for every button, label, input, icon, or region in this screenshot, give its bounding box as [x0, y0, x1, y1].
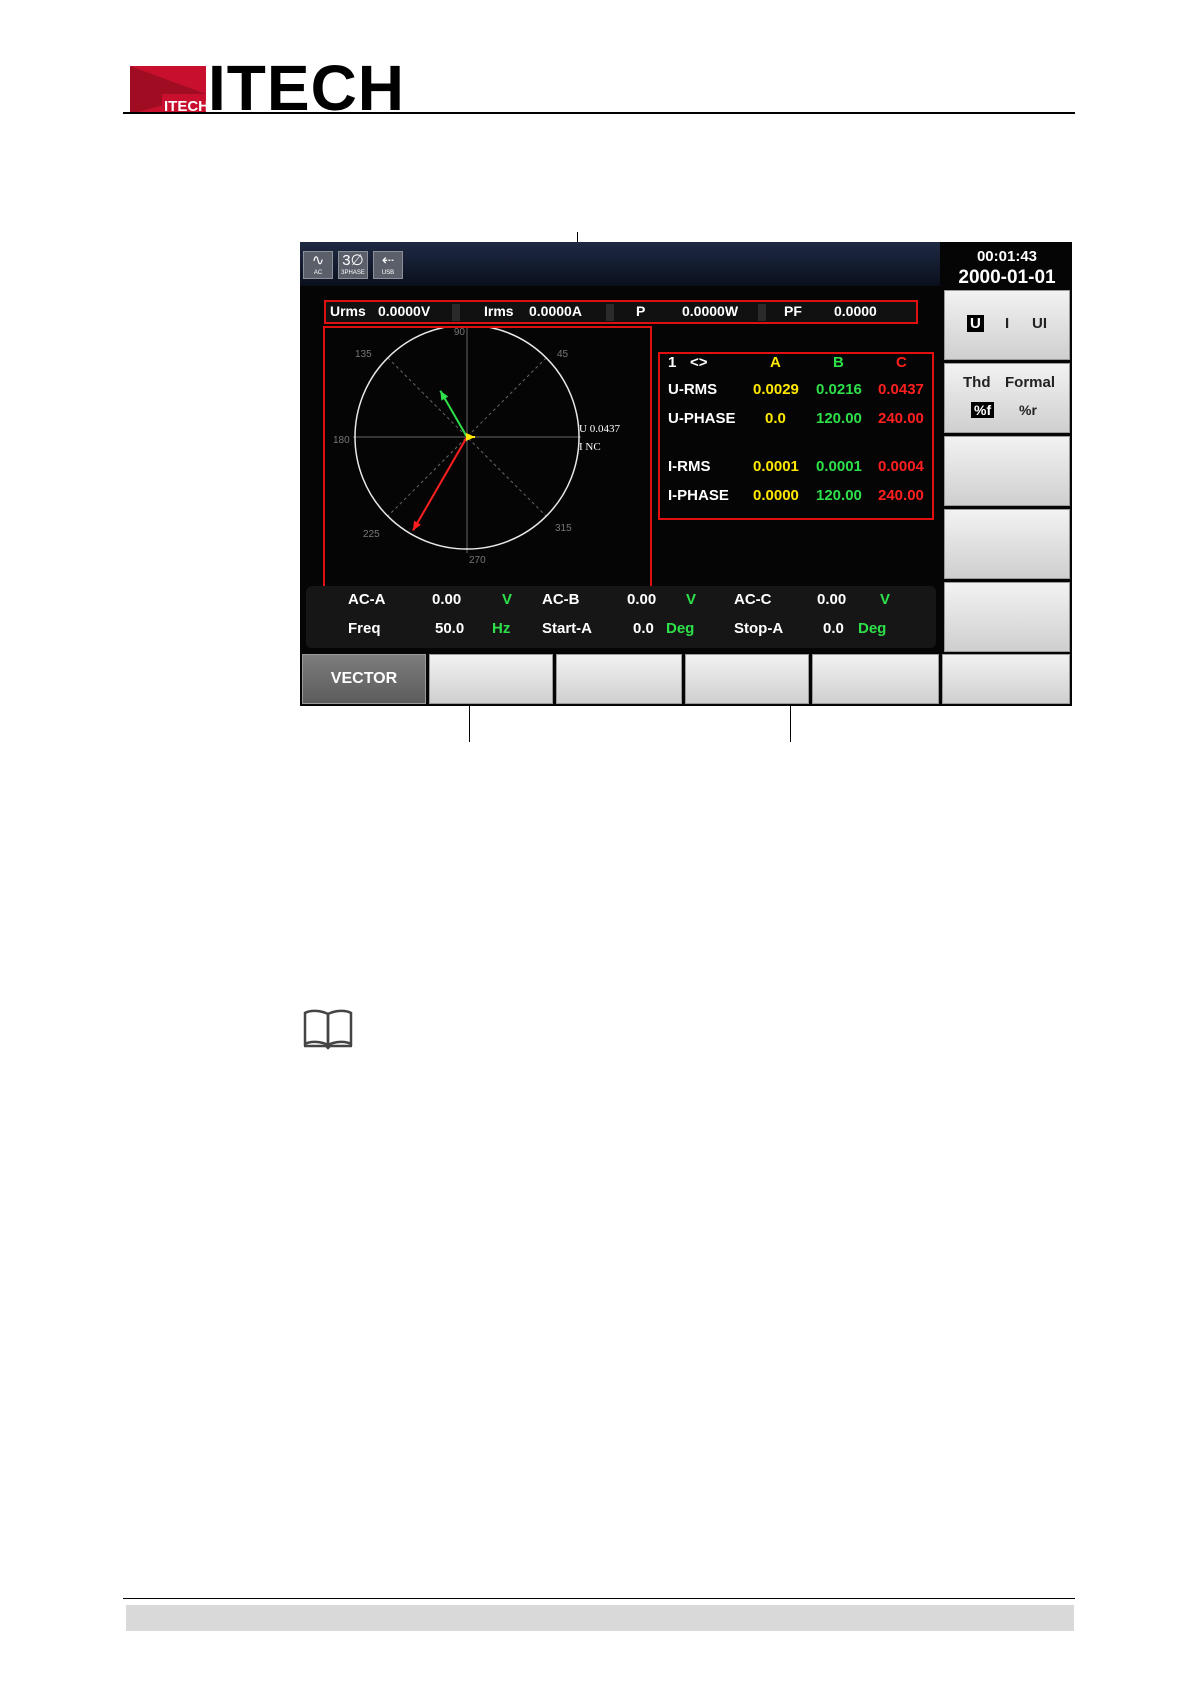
cell-value: 0.0004 [878, 458, 924, 475]
pf-value: 0.0000 [834, 303, 877, 319]
irms-label: Irms [484, 303, 514, 319]
cell-value: 0.0437 [878, 381, 924, 398]
meas-separator [606, 304, 614, 321]
cell-value: 0.0000 [753, 487, 799, 504]
ac-b-unit: V [686, 591, 697, 608]
channel-nav[interactable]: <> [690, 354, 708, 371]
i-magnitude-label: I NC [579, 441, 601, 453]
softkey-4[interactable] [685, 654, 809, 704]
mode-ui-option[interactable]: UI [1032, 315, 1047, 332]
channel-number: 1 [668, 354, 677, 371]
row-label: I-RMS [668, 458, 711, 475]
column-b-header: B [833, 354, 844, 371]
start-a-value: 0.0 [633, 620, 654, 637]
ac-icon: ∿ AC [303, 251, 333, 279]
ac-c-label: AC-C [734, 591, 772, 608]
meas-separator [452, 304, 460, 321]
ac-a-value: 0.00 [432, 591, 462, 608]
softkey-5[interactable] [812, 654, 939, 704]
start-a-label: Start-A [542, 620, 593, 637]
mode-i-option[interactable]: I [1005, 315, 1009, 332]
thd-label: Thd [963, 374, 991, 391]
footer-divider [123, 1598, 1075, 1599]
clock-time: 00:01:43 [976, 248, 1038, 265]
mode-u-option[interactable]: U [967, 315, 984, 332]
softkey-2[interactable] [429, 654, 553, 704]
pct-f-option[interactable]: %f [971, 402, 995, 418]
ac-b-label: AC-B [542, 591, 580, 608]
vector-diagram: 90 45 135 180 225 270 315 U 0.0437 I NC [323, 326, 652, 592]
column-c-header: C [896, 354, 907, 371]
freq-unit: Hz [492, 620, 511, 637]
angle-label: 180 [333, 435, 350, 446]
status-bar: ∿ AC 3∅ 3PHASE ⇠ USB [300, 242, 940, 286]
clock-date: 2000-01-01 [958, 267, 1056, 288]
angle-label: 45 [557, 349, 569, 360]
cell-value: 240.00 [878, 410, 924, 427]
angle-label: 135 [355, 349, 372, 360]
three-phase-icon: 3∅ 3PHASE [338, 251, 368, 279]
u-magnitude-label: U 0.0437 [579, 423, 620, 435]
meas-separator [758, 304, 766, 321]
stop-a-unit: Deg [858, 620, 887, 637]
row-label: U-RMS [668, 381, 718, 398]
measurement-bar: Urms 0.0000V Irms 0.0000A P 0.0000W PF 0… [324, 300, 918, 324]
header-divider [123, 112, 1075, 114]
itech-logo-mark: ITECH [130, 66, 209, 115]
clock: 00:01:43 2000-01-01 [942, 242, 1072, 288]
side-button-5[interactable] [944, 582, 1070, 652]
phase-readings-table: 1 <> A B C U-RMS 0.0029 0.0216 0.0437 U-… [658, 352, 934, 520]
angle-label: 315 [555, 523, 572, 534]
angle-label: 90 [454, 328, 466, 338]
cell-value: 0.0001 [753, 458, 799, 475]
angle-label: 225 [363, 529, 380, 540]
phase-c-vector [412, 436, 468, 532]
cell-value: 120.00 [816, 410, 862, 427]
ac-b-value: 0.00 [627, 591, 657, 608]
cell-value: 120.00 [816, 487, 862, 504]
angle-label: 270 [469, 555, 486, 566]
pf-label: PF [784, 303, 802, 319]
freq-label: Freq [348, 620, 381, 637]
urms-label: Urms [330, 303, 366, 319]
ac-c-value: 0.00 [817, 591, 847, 608]
cell-value: 0.0029 [753, 381, 799, 398]
stop-a-value: 0.0 [823, 620, 844, 637]
softkey-6[interactable] [942, 654, 1070, 704]
display-mode-button[interactable]: U I UI [944, 290, 1070, 360]
cell-value: 0.0216 [816, 381, 862, 398]
stop-a-label: Stop-A [734, 620, 784, 637]
p-label: P [636, 303, 646, 319]
itech-logo: ITECH ITECH [130, 52, 405, 124]
side-button-4[interactable] [944, 509, 1070, 579]
ac-c-unit: V [880, 591, 891, 608]
vector-softkey-label: VECTOR [330, 670, 398, 687]
source-settings-panel: AC-A 0.00 V AC-B 0.00 V AC-C 0.00 V Freq… [306, 586, 936, 648]
row-label: I-PHASE [668, 487, 729, 504]
pct-r-option[interactable]: %r [1019, 402, 1037, 418]
vector-softkey[interactable]: VECTOR [302, 654, 426, 704]
usb-icon: ⇠ USB [373, 251, 403, 279]
freq-value: 50.0 [435, 620, 465, 637]
side-button-3[interactable] [944, 436, 1070, 506]
start-a-unit: Deg [666, 620, 695, 637]
softkey-3[interactable] [556, 654, 682, 704]
p-value: 0.0000W [682, 303, 739, 319]
cell-value: 240.00 [878, 487, 924, 504]
irms-value: 0.0000A [529, 303, 582, 319]
urms-value: 0.0000V [378, 303, 431, 319]
cell-value: 0.0 [765, 410, 786, 427]
column-a-header: A [770, 354, 781, 371]
note-book-icon [302, 1008, 354, 1050]
brand-name: ITECH [208, 52, 405, 124]
cell-value: 0.0001 [816, 458, 862, 475]
ac-a-label: AC-A [348, 591, 386, 608]
row-label: U-PHASE [668, 410, 736, 427]
instrument-screen: ∿ AC 3∅ 3PHASE ⇠ USB 00:01:43 2000-01-01… [300, 242, 1072, 706]
footer-band [126, 1605, 1074, 1631]
vector-plot: 90 45 135 180 225 270 315 U 0.0437 I NC [333, 328, 620, 566]
ac-a-unit: V [502, 591, 513, 608]
thd-formal-button[interactable]: Thd Formal %f %r [944, 363, 1070, 433]
formal-label: Formal [1005, 374, 1056, 391]
